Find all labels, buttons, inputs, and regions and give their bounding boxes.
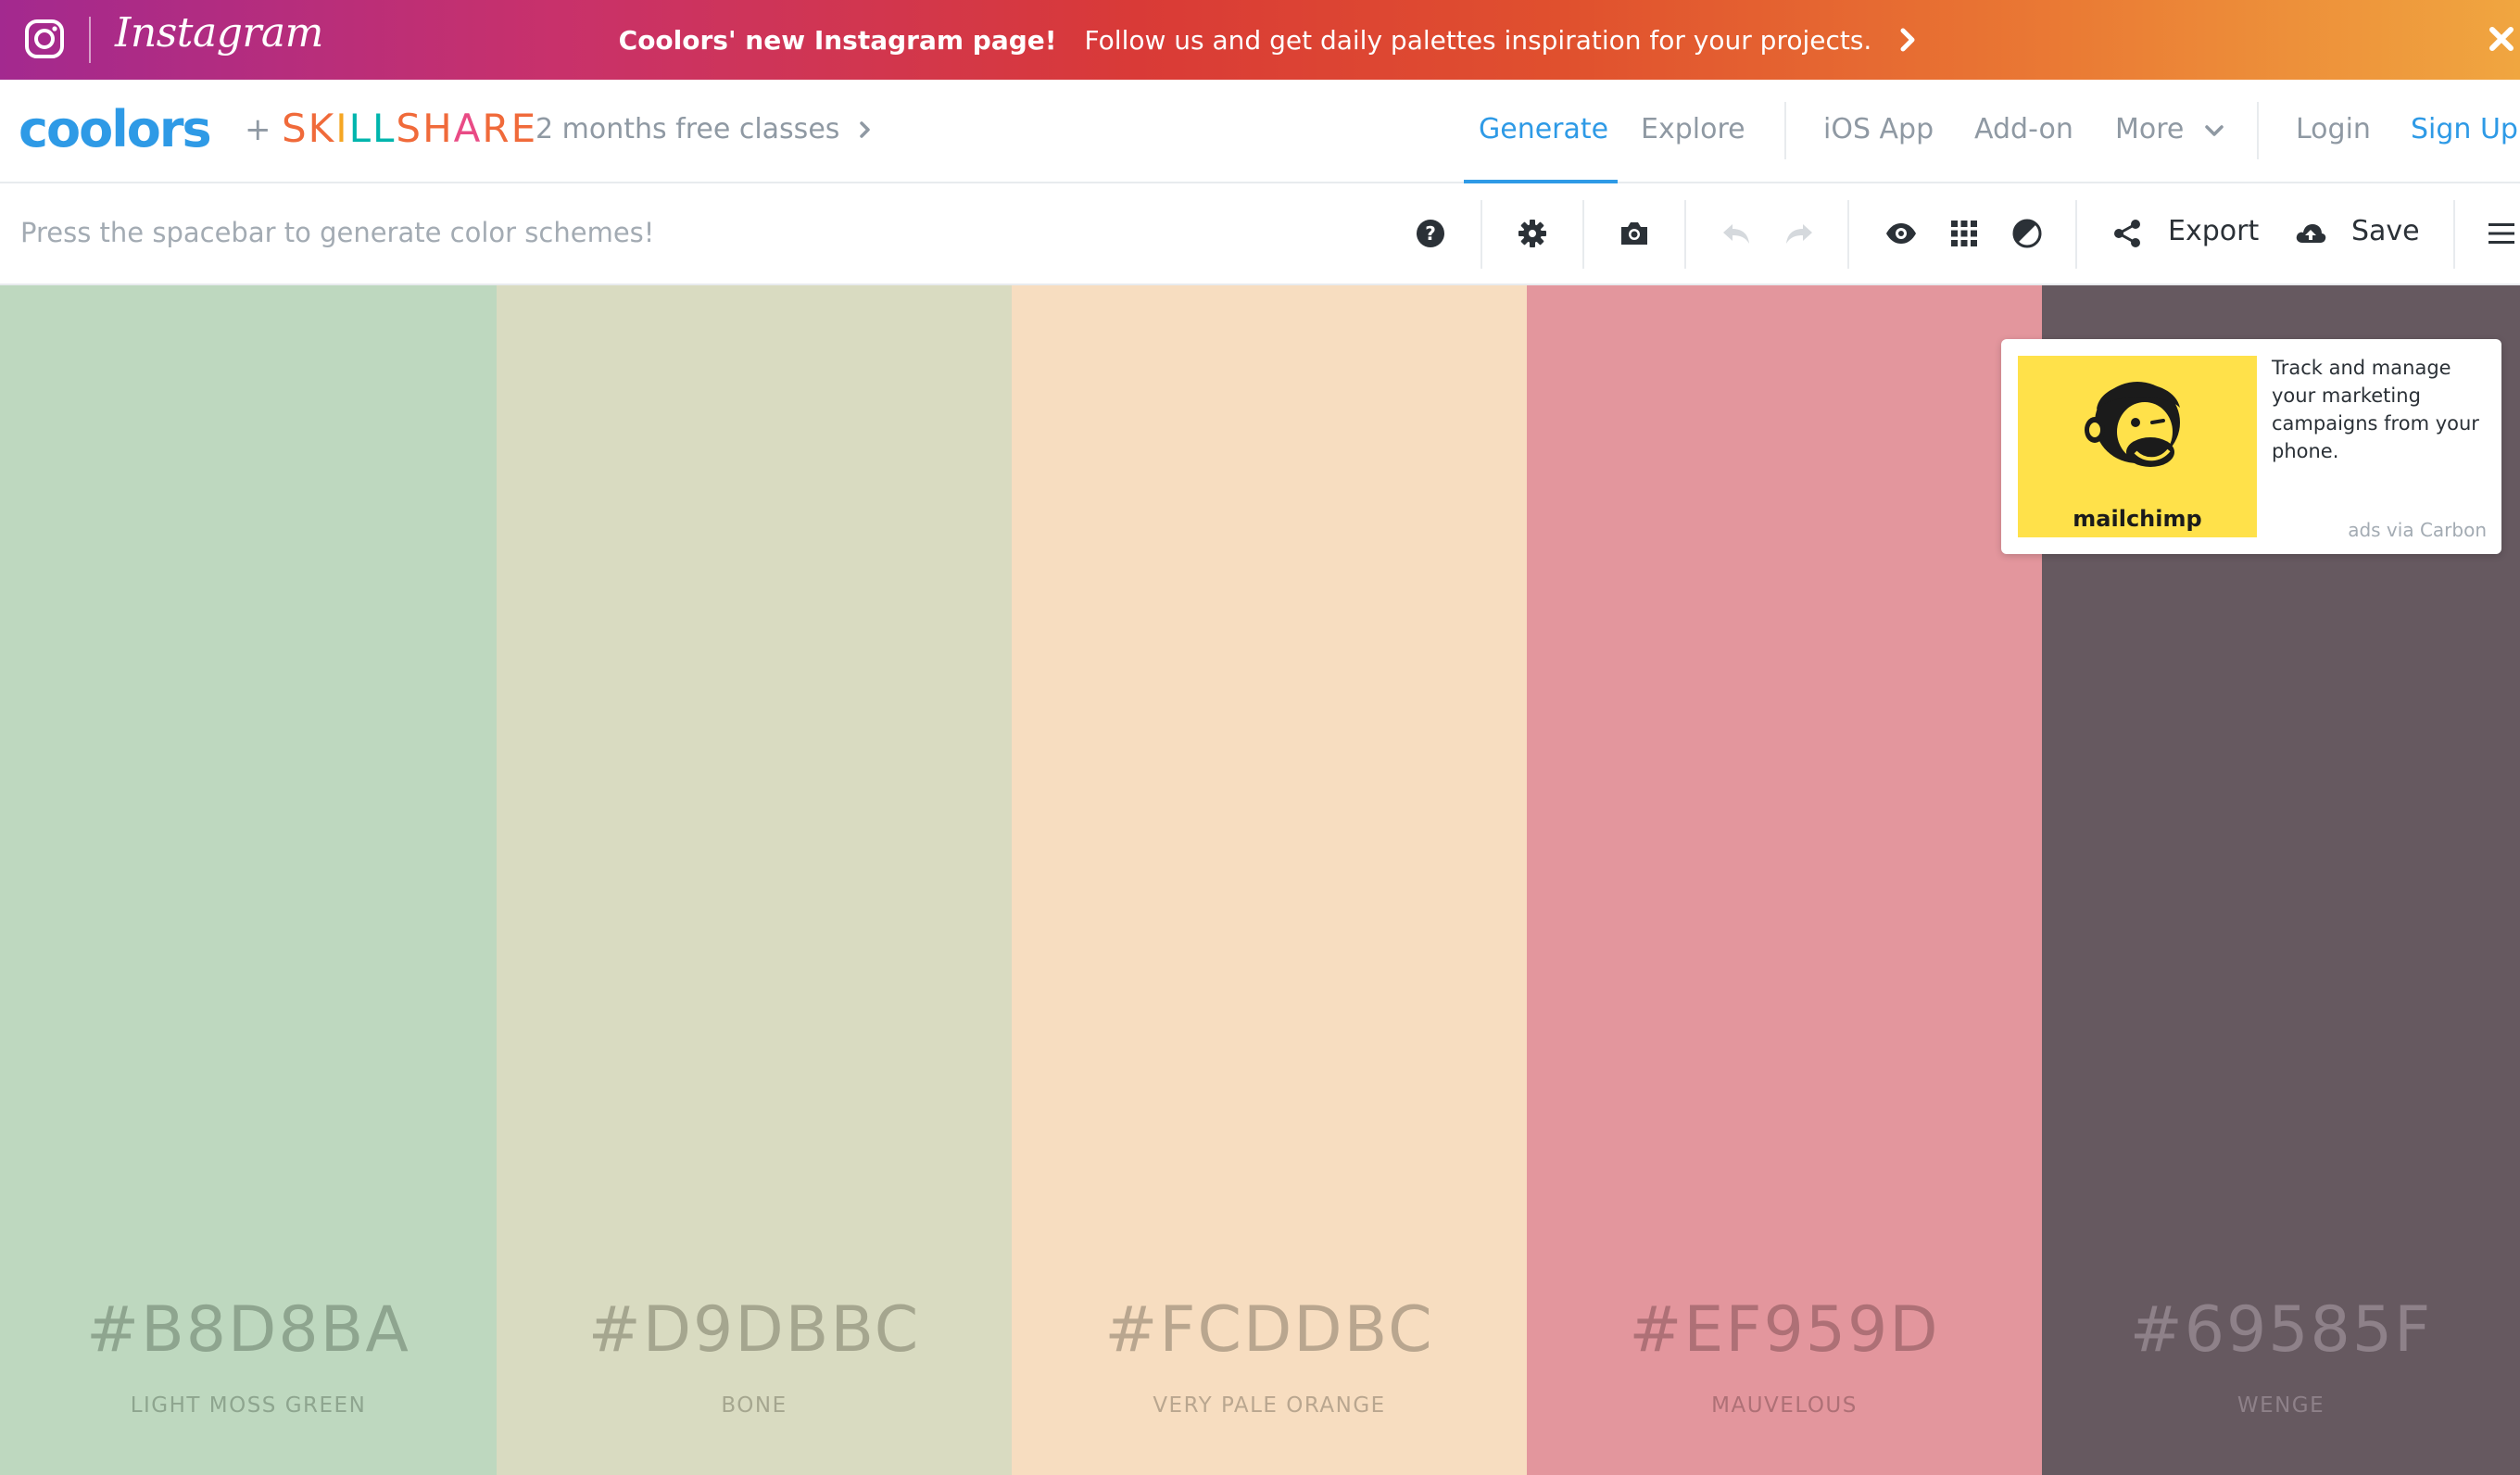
plus-sign: + [245,111,271,148]
skillshare-logo[interactable]: SKILLSHARE [282,106,537,151]
toolbar: Press the spacebar to generate color sch… [0,183,2520,285]
ad-attribution[interactable]: ads via Carbon [2348,519,2487,541]
nav-generate[interactable]: Generate [1479,113,1608,145]
free-classes-label: 2 months free classes [536,113,840,145]
ad-text[interactable]: Track and manage your marketing campaign… [2272,354,2490,465]
chevron-right-icon [860,120,871,138]
skillshare-logo-part: I [335,106,349,151]
free-classes-link[interactable]: 2 months free classes [536,113,873,145]
color-swatch[interactable]: #EF959D MAUVELOUS [1527,285,2042,1475]
camera-icon[interactable] [1618,217,1651,250]
toolbar-separator [1582,200,1584,269]
coolors-logo[interactable]: coolors [19,100,212,158]
color-hex-label[interactable]: #B8D8BA [0,1293,497,1367]
chevron-right-icon [1900,28,1915,52]
color-swatch[interactable]: #B8D8BA LIGHT MOSS GREEN [0,285,497,1475]
color-name-label: VERY PALE ORANGE [1153,1393,1386,1418]
color-hex-label[interactable]: #FCDDBC [1012,1293,1527,1367]
ad-image[interactable]: mailchimp [2018,356,2257,537]
nav-ios-app[interactable]: iOS App [1823,113,1934,145]
color-name-label: WENGE [2236,1393,2325,1418]
nav-add-on[interactable]: Add-on [1974,113,2073,145]
redo-icon[interactable] [1783,217,1816,250]
toolbar-separator [2075,200,2077,269]
grid-icon[interactable] [1947,217,1981,250]
undo-icon[interactable] [1720,217,1753,250]
skillshare-logo-part: LL [348,106,397,151]
adjust-icon[interactable] [2010,217,2044,250]
toolbar-separator [1480,200,1482,269]
color-hex-label[interactable]: #69585F [2042,1293,2520,1367]
share-icon[interactable] [2110,217,2144,250]
close-icon[interactable] [2483,20,2520,57]
color-hex-label[interactable]: #EF959D [1527,1293,2042,1367]
color-name-label: BONE [721,1393,788,1418]
promo-message[interactable]: Coolors' new Instagram page! Follow us a… [0,0,2520,80]
promo-headline: Coolors' new Instagram page! [618,24,1057,56]
color-swatch[interactable]: #D9DBBC BONE [497,285,1012,1475]
chevron-down-icon [2205,124,2224,136]
nav-separator [2257,102,2259,159]
help-icon[interactable]: ? [1414,217,1447,250]
promo-text: Follow us and get daily palettes inspira… [1084,24,1872,56]
skillshare-logo-part: SH [396,106,454,151]
toolbar-separator [1847,200,1849,269]
skillshare-logo-part: RE [482,106,538,151]
color-swatch[interactable]: #FCDDBC VERY PALE ORANGE [1012,285,1527,1475]
settings-icon[interactable] [1516,217,1549,250]
color-hex-label[interactable]: #D9DBBC [497,1293,1012,1367]
mailchimp-logo-icon [2085,382,2180,467]
promo-banner[interactable]: Instagram Coolors' new Instagram page! F… [0,0,2520,80]
nav-more-label: More [2115,113,2185,145]
color-name-label: LIGHT MOSS GREEN [130,1393,367,1418]
nav-separator [1784,102,1786,159]
skillshare-logo-part: SK [282,106,336,151]
cloud-upload-icon[interactable] [2294,217,2327,250]
save-button[interactable]: Save [2351,215,2420,247]
export-button[interactable]: Export [2168,215,2259,247]
toolbar-separator [2453,200,2455,269]
color-name-label: MAUVELOUS [1711,1393,1858,1418]
toolbar-separator [1684,200,1686,269]
svg-text:?: ? [1425,222,1436,245]
menu-icon[interactable] [2485,217,2518,250]
nav-explore[interactable]: Explore [1641,113,1745,145]
spacebar-hint: Press the spacebar to generate color sch… [20,217,655,248]
ad-brand: mailchimp [2073,506,2202,532]
nav-more[interactable]: More [2115,113,2224,145]
nav-signup[interactable]: Sign Up [2411,113,2518,145]
skillshare-logo-part: A [453,106,483,151]
view-icon[interactable] [1884,217,1918,250]
nav-login[interactable]: Login [2296,113,2371,145]
carbon-ad[interactable]: mailchimp Track and manage your marketin… [2001,339,2501,554]
main-header: coolors + SKILLSHARE 2 months free class… [0,80,2520,183]
